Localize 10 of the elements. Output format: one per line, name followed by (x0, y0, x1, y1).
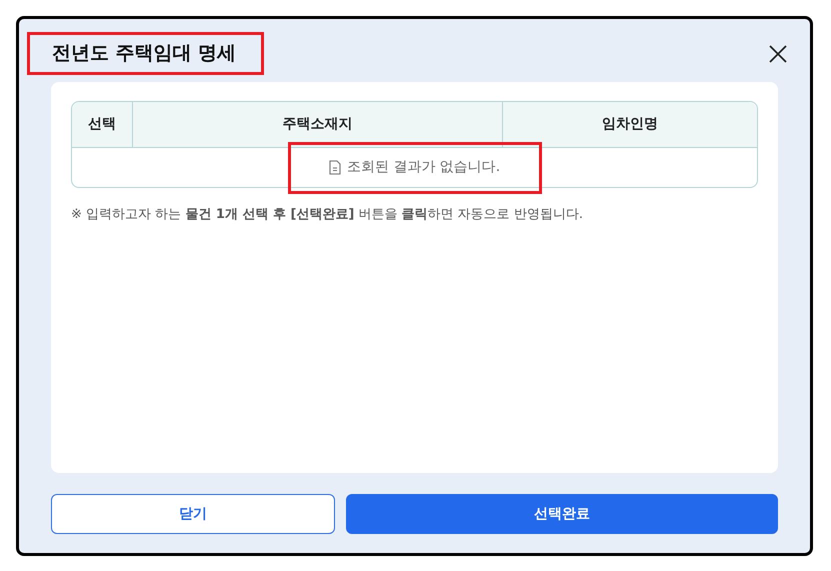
empty-message: 조회된 결과가 없습니다. (346, 158, 500, 177)
column-header: 주택소재지 (132, 102, 502, 147)
confirm-button[interactable]: 선택완료 (346, 494, 778, 534)
column-header: 임차인명 (502, 102, 757, 147)
instruction-note: ※ 입력하고자 하는 물건 1개 선택 후 [선택완료] 버튼을 클릭하면 자동으로 반영됩니다. (71, 206, 584, 224)
close-dialog-button[interactable]: 닫기 (51, 494, 336, 534)
dialog-title: 전년도 주택임대 명세 (30, 35, 261, 72)
close-icon (769, 44, 787, 62)
document-icon (328, 160, 341, 175)
column-header: 선택 (87, 115, 117, 134)
